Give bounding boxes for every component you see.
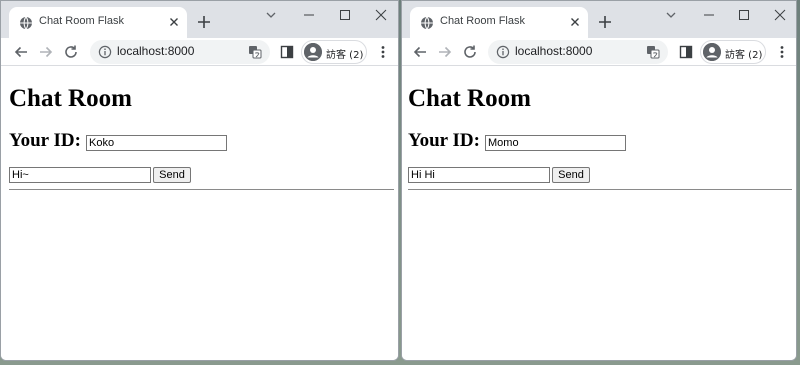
globe-icon (421, 16, 433, 30)
id-input[interactable] (86, 135, 227, 151)
more-icon[interactable] (774, 44, 790, 60)
maximize-icon[interactable] (338, 8, 352, 22)
id-input[interactable] (485, 135, 626, 151)
chevron-down-icon[interactable] (264, 8, 278, 22)
address-bar[interactable]: localhost:8000 (488, 40, 668, 64)
plus-icon[interactable] (197, 15, 211, 29)
profile-button[interactable]: 訪客 (2) (700, 40, 766, 64)
info-icon[interactable] (98, 45, 112, 59)
page-content: Chat Room Your ID: Send (402, 67, 796, 360)
globe-icon (20, 16, 32, 30)
id-label: Your ID: (408, 130, 480, 151)
info-icon[interactable] (496, 45, 510, 59)
address-url: localhost:8000 (515, 44, 593, 58)
close-icon[interactable] (167, 15, 181, 29)
message-list (410, 195, 788, 360)
translate-icon[interactable] (248, 45, 262, 59)
back-icon[interactable] (13, 44, 29, 60)
reload-icon[interactable] (63, 44, 79, 60)
minimize-icon[interactable] (302, 8, 316, 22)
profile-icon (703, 43, 721, 61)
back-icon[interactable] (412, 44, 428, 60)
divider (9, 189, 394, 190)
plus-icon[interactable] (598, 15, 612, 29)
page-title: Chat Room (408, 85, 531, 112)
browser-window-left: Chat Room Flask localhost:8000 訪客 (2) Ch… (0, 0, 399, 361)
profile-label: 訪客 (2) (326, 50, 364, 61)
page-content: Chat Room Your ID: Send (1, 67, 398, 360)
address-bar[interactable]: localhost:8000 (90, 40, 270, 64)
message-list (9, 195, 390, 360)
close-icon[interactable] (773, 8, 787, 22)
page-title: Chat Room (9, 85, 132, 112)
minimize-icon[interactable] (702, 8, 716, 22)
translate-icon[interactable] (646, 45, 660, 59)
profile-button[interactable]: 訪客 (2) (301, 40, 367, 64)
forward-icon[interactable] (38, 44, 54, 60)
tab-strip: Chat Room Flask (1, 1, 398, 38)
message-input[interactable] (9, 167, 151, 183)
tab-chat-room[interactable]: Chat Room Flask (9, 7, 187, 38)
profile-icon (304, 43, 322, 61)
tab-chat-room[interactable]: Chat Room Flask (410, 7, 588, 38)
maximize-icon[interactable] (737, 8, 751, 22)
divider (408, 189, 792, 190)
reload-icon[interactable] (462, 44, 478, 60)
close-icon[interactable] (374, 8, 388, 22)
browser-toolbar: localhost:8000 訪客 (2) (402, 38, 796, 66)
forward-icon[interactable] (437, 44, 453, 60)
side-panel-icon[interactable] (678, 44, 694, 60)
id-label: Your ID: (9, 130, 81, 151)
send-button[interactable]: Send (153, 167, 191, 183)
address-url: localhost:8000 (117, 44, 195, 58)
side-panel-icon[interactable] (279, 44, 295, 60)
chevron-down-icon[interactable] (664, 8, 678, 22)
message-input[interactable] (408, 167, 550, 183)
more-icon[interactable] (375, 44, 391, 60)
tab-title: Chat Room Flask (440, 15, 525, 27)
tab-title: Chat Room Flask (39, 15, 124, 27)
close-icon[interactable] (568, 15, 582, 29)
send-button[interactable]: Send (552, 167, 590, 183)
browser-window-right: Chat Room Flask localhost:8000 訪客 (2) Ch… (401, 0, 797, 361)
tab-strip: Chat Room Flask (402, 1, 796, 38)
browser-toolbar: localhost:8000 訪客 (2) (1, 38, 398, 66)
profile-label: 訪客 (2) (725, 50, 763, 61)
